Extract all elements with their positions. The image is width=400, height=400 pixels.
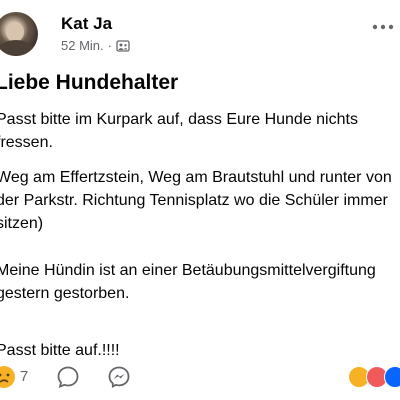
post-line: Meine Hündin ist an einer Betäubungsmitt… [0, 262, 376, 279]
messenger-icon[interactable] [107, 365, 131, 394]
sad-reaction-icon[interactable] [0, 365, 16, 394]
avatar-body [0, 40, 34, 56]
meta-separator: · [107, 38, 112, 53]
post-line: gestern gestorben. [0, 285, 130, 302]
more-options-icon[interactable] [372, 10, 394, 36]
like-emoji-icon [384, 366, 400, 388]
post-footer [0, 362, 400, 396]
post-line: fressen. [0, 134, 53, 151]
post-line: sitzen) [0, 215, 44, 232]
post-meta: 52 Min. · [61, 38, 130, 53]
reaction-count[interactable]: 7 [20, 368, 28, 385]
post-line: Weg am Effertzstein, Weg am Brautstuhl u… [0, 169, 392, 186]
group-privacy-icon [116, 39, 130, 53]
post-line: der Parkstr. Richtung Tennisplatz wo die… [0, 192, 388, 209]
author-avatar[interactable] [0, 12, 38, 56]
avatar-face [6, 22, 24, 42]
author-name[interactable]: Kat Ja [61, 14, 112, 34]
comment-icon[interactable] [56, 365, 80, 394]
post-line: Passt bitte auf.!!!! [0, 342, 120, 359]
reaction-summary-icons[interactable] [348, 366, 400, 388]
post-time[interactable]: 52 Min. [61, 38, 104, 53]
post-line: Passt bitte im Kurpark auf, dass Eure Hu… [0, 111, 358, 128]
post-title: Liebe Hundehalter [0, 71, 179, 94]
